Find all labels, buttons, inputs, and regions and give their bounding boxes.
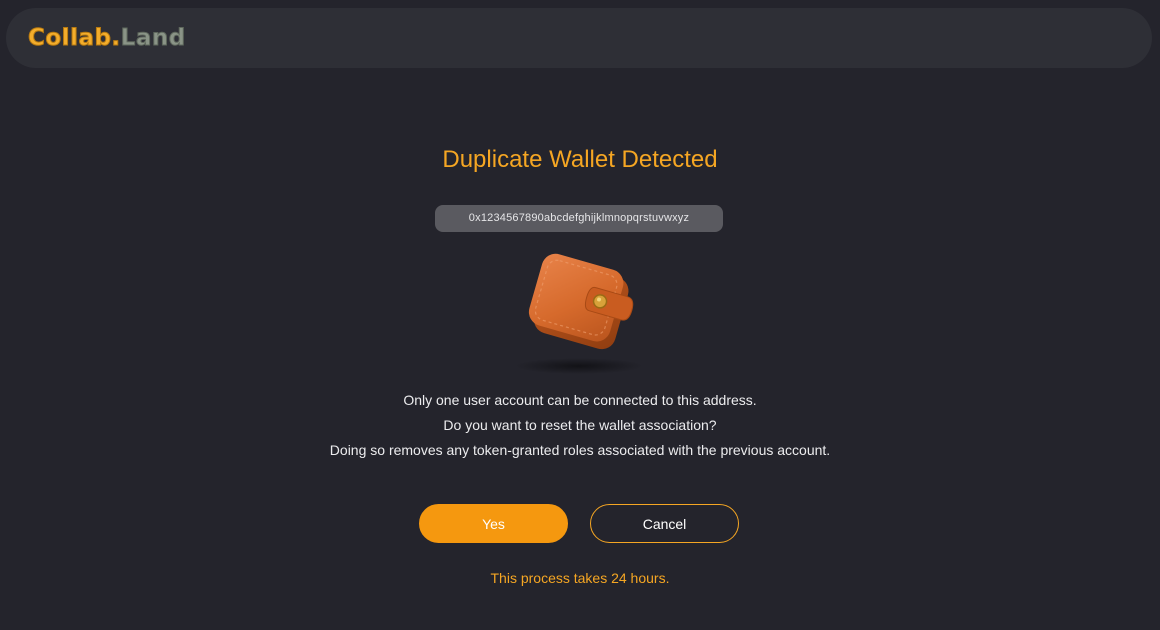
dialog-title: Duplicate Wallet Detected <box>442 146 718 173</box>
duplicate-wallet-dialog: Duplicate Wallet Detected 0x1234567890ab… <box>0 68 1160 630</box>
wallet-address-badge: 0x1234567890abcdefghijklmnopqrstuvwxyz <box>435 205 723 232</box>
logo-text-collab: Collab. <box>28 25 121 52</box>
process-duration-note: This process takes 24 hours. <box>490 570 670 586</box>
wallet-icon <box>515 253 643 374</box>
logo-text-land: Land <box>120 25 186 52</box>
message-line-2: Do you want to reset the wallet associat… <box>443 417 717 433</box>
message-line-3: Doing so removes any token-granted roles… <box>329 442 831 458</box>
yes-button[interactable]: Yes <box>419 504 568 543</box>
top-bar: Collab.Land <box>6 8 1152 68</box>
cancel-button[interactable]: Cancel <box>590 504 739 543</box>
collab-land-logo[interactable]: Collab.Land <box>28 23 186 53</box>
message-line-1: Only one user account can be connected t… <box>403 392 757 408</box>
